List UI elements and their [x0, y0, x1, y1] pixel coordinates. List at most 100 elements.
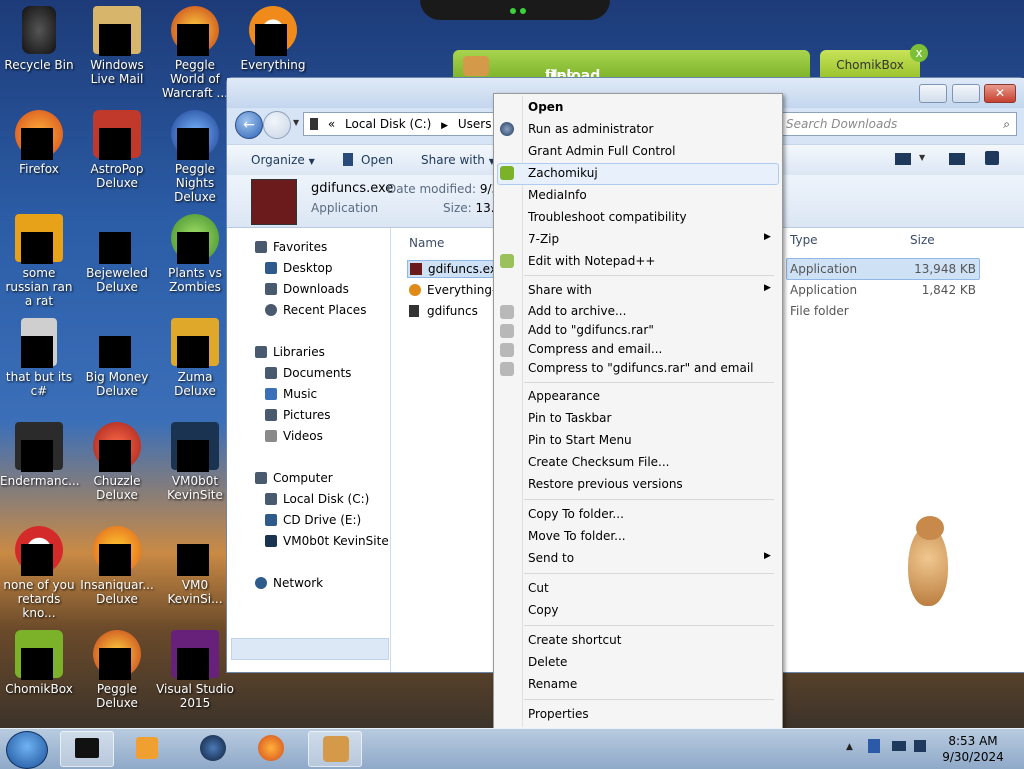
search-icon[interactable]: ⌕	[1003, 113, 1010, 135]
view-icon[interactable]	[895, 153, 911, 165]
breadcrumb-local-disk[interactable]: Local Disk (C:)	[345, 117, 431, 131]
menu-item-restore[interactable]: Restore previous versions	[528, 477, 683, 491]
desktop-icon-vm0b0t[interactable]: VM0b0t KevinSite	[156, 422, 234, 502]
desktop-icon-astropop[interactable]: AstroPop Deluxe	[78, 110, 156, 190]
desktop-icon-insaniquarium[interactable]: Insaniquar... Deluxe	[78, 526, 156, 606]
nav-downloads[interactable]: Downloads	[265, 282, 349, 296]
menu-item-create-shortcut[interactable]: Create shortcut	[528, 633, 621, 647]
menu-item-add-archive[interactable]: Add to archive...	[528, 304, 626, 318]
chevron-right-icon[interactable]: ▶	[441, 121, 448, 131]
volume-icon[interactable]	[914, 740, 926, 752]
nav-cd-drive[interactable]: CD Drive (E:)	[265, 513, 361, 527]
menu-item-checksum[interactable]: Create Checksum File...	[528, 455, 670, 469]
taskbar-firefox[interactable]	[244, 731, 296, 765]
desktop-icon-firefox[interactable]: Firefox	[0, 110, 78, 176]
nav-pictures[interactable]: Pictures	[265, 408, 331, 422]
menu-item-troubleshoot[interactable]: Troubleshoot compatibility	[528, 210, 687, 224]
desktop-icon-plants-vs-zombies[interactable]: Plants vs Zombies	[156, 214, 234, 294]
file-row-gdifuncs-exe[interactable]: gdifuncs.exe	[407, 260, 507, 278]
maximize-button[interactable]	[952, 84, 980, 103]
help-icon[interactable]	[985, 151, 999, 165]
taskbar-explorer[interactable]	[60, 731, 114, 767]
menu-item-appearance[interactable]: Appearance	[528, 389, 600, 403]
chomikbox-tab[interactable]: ChomikBox x	[820, 44, 928, 78]
minimize-button[interactable]	[919, 84, 947, 103]
menu-item-7zip[interactable]: 7-Zip ▶	[528, 232, 771, 246]
desktop-icon-visual-studio[interactable]: Visual Studio 2015	[156, 630, 234, 710]
desktop-icon-bejeweled[interactable]: Bejeweled Deluxe	[78, 214, 156, 294]
search-input[interactable]: Search Downloads ⌕	[779, 112, 1017, 136]
menu-item-compress-rar-email[interactable]: Compress to "gdifuncs.rar" and email	[528, 361, 754, 375]
menu-item-pin-start[interactable]: Pin to Start Menu	[528, 433, 632, 447]
column-header-type[interactable]: Type	[790, 233, 818, 247]
desktop-icon-zuma[interactable]: Zuma Deluxe	[156, 318, 234, 398]
network-icon[interactable]	[892, 741, 906, 751]
menu-item-cut[interactable]: Cut	[528, 581, 549, 595]
close-icon[interactable]: x	[910, 44, 928, 62]
menu-item-send-to[interactable]: Send to ▶	[528, 551, 771, 565]
desktop-icon-some-russian[interactable]: some russian ran a rat	[0, 214, 78, 308]
chevron-down-icon[interactable]: ▼	[919, 153, 925, 162]
nav-vm-drive[interactable]: VM0b0t KevinSite	[265, 534, 389, 548]
nav-computer[interactable]: Computer	[255, 471, 333, 485]
open-button[interactable]: Open	[343, 153, 393, 167]
show-hidden-icons[interactable]: ▲	[846, 742, 853, 752]
menu-item-properties[interactable]: Properties	[528, 707, 589, 721]
menu-item-zachomikuj[interactable]: Zachomikuj	[528, 166, 598, 180]
nav-recent-places[interactable]: Recent Places	[265, 303, 366, 317]
desktop-icon-windows-live-mail[interactable]: Windows Live Mail	[78, 6, 156, 86]
address-bar[interactable]: « Local Disk (C:) ▶ Users ▶	[303, 112, 495, 155]
nav-local-disk[interactable]: Local Disk (C:)	[265, 492, 369, 506]
menu-item-mediainfo[interactable]: MediaInfo	[528, 188, 587, 202]
menu-item-copy-to[interactable]: Copy To folder...	[528, 507, 624, 521]
organize-button[interactable]: Organize ▼	[251, 153, 315, 167]
taskbar-chomikbox[interactable]	[308, 731, 362, 767]
menu-item-copy[interactable]: Copy	[528, 603, 558, 617]
menu-item-notepadpp[interactable]: Edit with Notepad++	[528, 254, 655, 268]
back-button[interactable]: ←	[235, 111, 263, 139]
desktop-icon-big-money[interactable]: Big Money Deluxe	[78, 318, 156, 398]
taskbar-media-player[interactable]	[122, 731, 174, 765]
desktop-icon-chuzzle[interactable]: Chuzzle Deluxe	[78, 422, 156, 502]
tray-icon[interactable]	[868, 739, 880, 753]
forward-button[interactable]	[263, 111, 291, 139]
close-button[interactable]: ✕	[984, 84, 1016, 103]
desktop-icon-endermanc[interactable]: Endermanc...	[0, 422, 80, 488]
menu-item-rename[interactable]: Rename	[528, 677, 577, 691]
menu-item-compress-email[interactable]: Compress and email...	[528, 342, 662, 356]
nav-favorites[interactable]: Favorites	[255, 240, 327, 254]
upload-files-bar[interactable]: Upload files	[453, 50, 810, 84]
desktop-icon-none-of-you[interactable]: none of you retards kno...	[0, 526, 78, 620]
preview-pane-icon[interactable]	[949, 153, 965, 165]
desktop-icon-peggle-nights[interactable]: Peggle Nights Deluxe	[156, 110, 234, 204]
desktop-icon-chomikbox[interactable]: ChomikBox	[0, 630, 78, 696]
taskbar-app[interactable]	[186, 731, 238, 765]
breadcrumb-users[interactable]: Users	[458, 117, 492, 131]
clock[interactable]: 8:53 AM 9/30/2024	[938, 733, 1008, 765]
nav-libraries[interactable]: Libraries	[255, 345, 325, 359]
nav-music[interactable]: Music	[265, 387, 317, 401]
menu-item-run-as-admin[interactable]: Run as administrator	[528, 122, 653, 136]
desktop-icon-everything[interactable]: Everything	[234, 6, 312, 72]
nav-network[interactable]: Network	[255, 576, 323, 590]
menu-item-grant-admin[interactable]: Grant Admin Full Control	[528, 144, 675, 158]
menu-item-move-to[interactable]: Move To folder...	[528, 529, 626, 543]
desktop-icon-that-but-its-csharp[interactable]: that but its c#	[0, 318, 78, 398]
menu-item-delete[interactable]: Delete	[528, 655, 567, 669]
desktop-icon-peggle-deluxe[interactable]: Peggle Deluxe	[78, 630, 156, 710]
column-header-name[interactable]: Name	[409, 236, 444, 250]
nav-videos[interactable]: Videos	[265, 429, 323, 443]
nav-documents[interactable]: Documents	[265, 366, 351, 380]
share-with-button[interactable]: Share with ▼	[421, 153, 495, 167]
menu-item-share-with[interactable]: Share with ▶	[528, 283, 771, 297]
desktop-icon-recycle-bin[interactable]: Recycle Bin	[0, 6, 78, 72]
file-row-gdifuncs-folder[interactable]: gdifuncs	[409, 304, 478, 318]
chevron-down-icon[interactable]: ▼	[293, 118, 299, 127]
nav-desktop[interactable]: Desktop	[265, 261, 333, 275]
menu-item-add-rar[interactable]: Add to "gdifuncs.rar"	[528, 323, 654, 337]
menu-item-pin-taskbar[interactable]: Pin to Taskbar	[528, 411, 611, 425]
desktop-icon-peggle-wow[interactable]: Peggle World of Warcraft ...	[156, 6, 234, 100]
desktop-icon-vm0-kevinsite[interactable]: VM0 KevinSi...	[156, 526, 234, 606]
address-overflow[interactable]: «	[328, 117, 335, 131]
file-row-everything[interactable]: Everything-1	[409, 283, 504, 297]
